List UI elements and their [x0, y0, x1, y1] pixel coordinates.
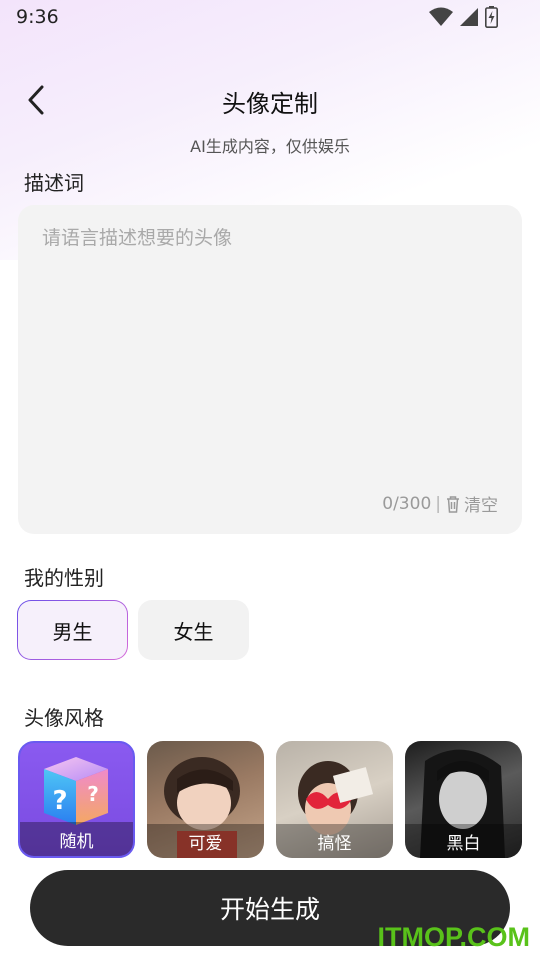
style-option-bw[interactable]: 黑白: [405, 741, 522, 858]
style-option-label: 搞怪: [276, 824, 393, 858]
page-title: 头像定制: [222, 90, 318, 118]
status-icons: [429, 6, 498, 28]
gender-option-label: 男生: [52, 619, 93, 644]
wifi-icon: [429, 7, 453, 26]
signal-icon: [460, 8, 478, 26]
style-option-funny[interactable]: 搞怪: [276, 741, 393, 858]
svg-text:?: ?: [87, 782, 99, 806]
watermark: ITMOP.COM: [377, 922, 530, 952]
gender-option-male[interactable]: 男生: [17, 600, 128, 660]
style-option-label: 随机: [20, 822, 133, 856]
style-label: 头像风格: [24, 706, 104, 730]
start-generate-label: 开始生成: [219, 895, 320, 924]
trash-icon: [447, 495, 459, 513]
description-label: 描述词: [24, 171, 84, 195]
page-subtitle: AI生成内容，仅供娱乐: [190, 137, 350, 156]
battery-charging-icon: [485, 6, 498, 28]
description-input[interactable]: [42, 223, 502, 463]
style-option-cute[interactable]: 可爱: [147, 741, 264, 858]
status-time: 9:36: [16, 6, 59, 28]
svg-text:?: ?: [52, 786, 67, 816]
style-option-random[interactable]: ? ? 随机: [18, 741, 135, 858]
description-footer: 0/300 | 清空: [382, 491, 498, 517]
style-option-label: 黑白: [405, 824, 522, 858]
description-box: 0/300 | 清空: [18, 205, 522, 534]
gender-label: 我的性别: [24, 566, 104, 590]
counter-separator: |: [435, 493, 441, 514]
clear-button[interactable]: 清空: [445, 491, 498, 516]
clear-label: 清空: [464, 496, 498, 516]
gender-option-female[interactable]: 女生: [138, 600, 249, 660]
style-option-label: 可爱: [147, 824, 264, 858]
gender-option-label: 女生: [173, 619, 214, 644]
char-counter: 0/300: [382, 493, 432, 514]
